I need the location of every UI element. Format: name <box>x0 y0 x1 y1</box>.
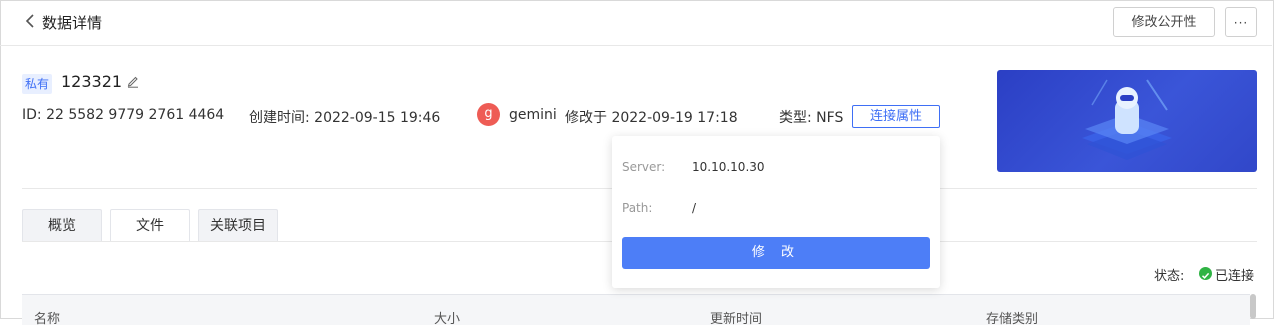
dataset-name: 123321 <box>61 72 123 91</box>
page-header: 数据详情 修改公开性 ··· <box>0 0 1272 46</box>
column-header-name[interactable]: 名称 <box>34 308 60 327</box>
page-title: 数据详情 <box>42 14 103 32</box>
tab-related-projects[interactable]: 关联项目 <box>198 209 278 241</box>
back-chevron-icon[interactable] <box>22 10 38 32</box>
status-value: 已连接 <box>1215 269 1255 284</box>
owner-name: gemini <box>509 107 557 123</box>
pencil-edit-icon[interactable] <box>126 74 140 88</box>
change-visibility-button[interactable]: 修改公开性 <box>1113 7 1215 37</box>
column-header-size[interactable]: 大小 <box>434 308 460 327</box>
path-value: / <box>692 201 697 215</box>
table-header: 名称 大小 更新时间 存储类别 <box>22 294 1250 327</box>
dataset-banner-image <box>997 70 1257 172</box>
vertical-scrollbar[interactable] <box>1250 294 1256 319</box>
created-time: 创建时间: 2022-09-15 19:46 <box>249 110 441 126</box>
edit-connection-button[interactable]: 修 改 <box>622 237 930 269</box>
more-options-button[interactable]: ··· <box>1225 7 1257 37</box>
robot-illustration-icon <box>1082 79 1172 160</box>
avatar: g <box>477 103 500 126</box>
dataset-type: 类型: NFS <box>779 110 844 126</box>
path-label: Path: <box>622 201 653 215</box>
column-header-updated[interactable]: 更新时间 <box>710 308 762 327</box>
status-label: 状态: <box>1154 269 1185 284</box>
check-circle-icon <box>1199 267 1212 280</box>
dataset-id: ID: 22 5582 9779 2761 4464 <box>22 107 225 123</box>
connection-properties-popover: Server: 10.10.10.30 Path: / 修 改 <box>612 136 940 288</box>
connection-properties-button[interactable]: 连接属性 <box>852 105 940 128</box>
visibility-badge: 私有 <box>22 74 53 94</box>
tab-files[interactable]: 文件 <box>110 209 190 241</box>
column-header-storage-class[interactable]: 存储类别 <box>986 308 1038 327</box>
server-label: Server: <box>622 160 666 174</box>
server-value: 10.10.10.30 <box>692 160 765 174</box>
modified-time: 修改于 2022-09-19 17:18 <box>565 110 738 126</box>
tab-overview[interactable]: 概览 <box>22 209 102 241</box>
